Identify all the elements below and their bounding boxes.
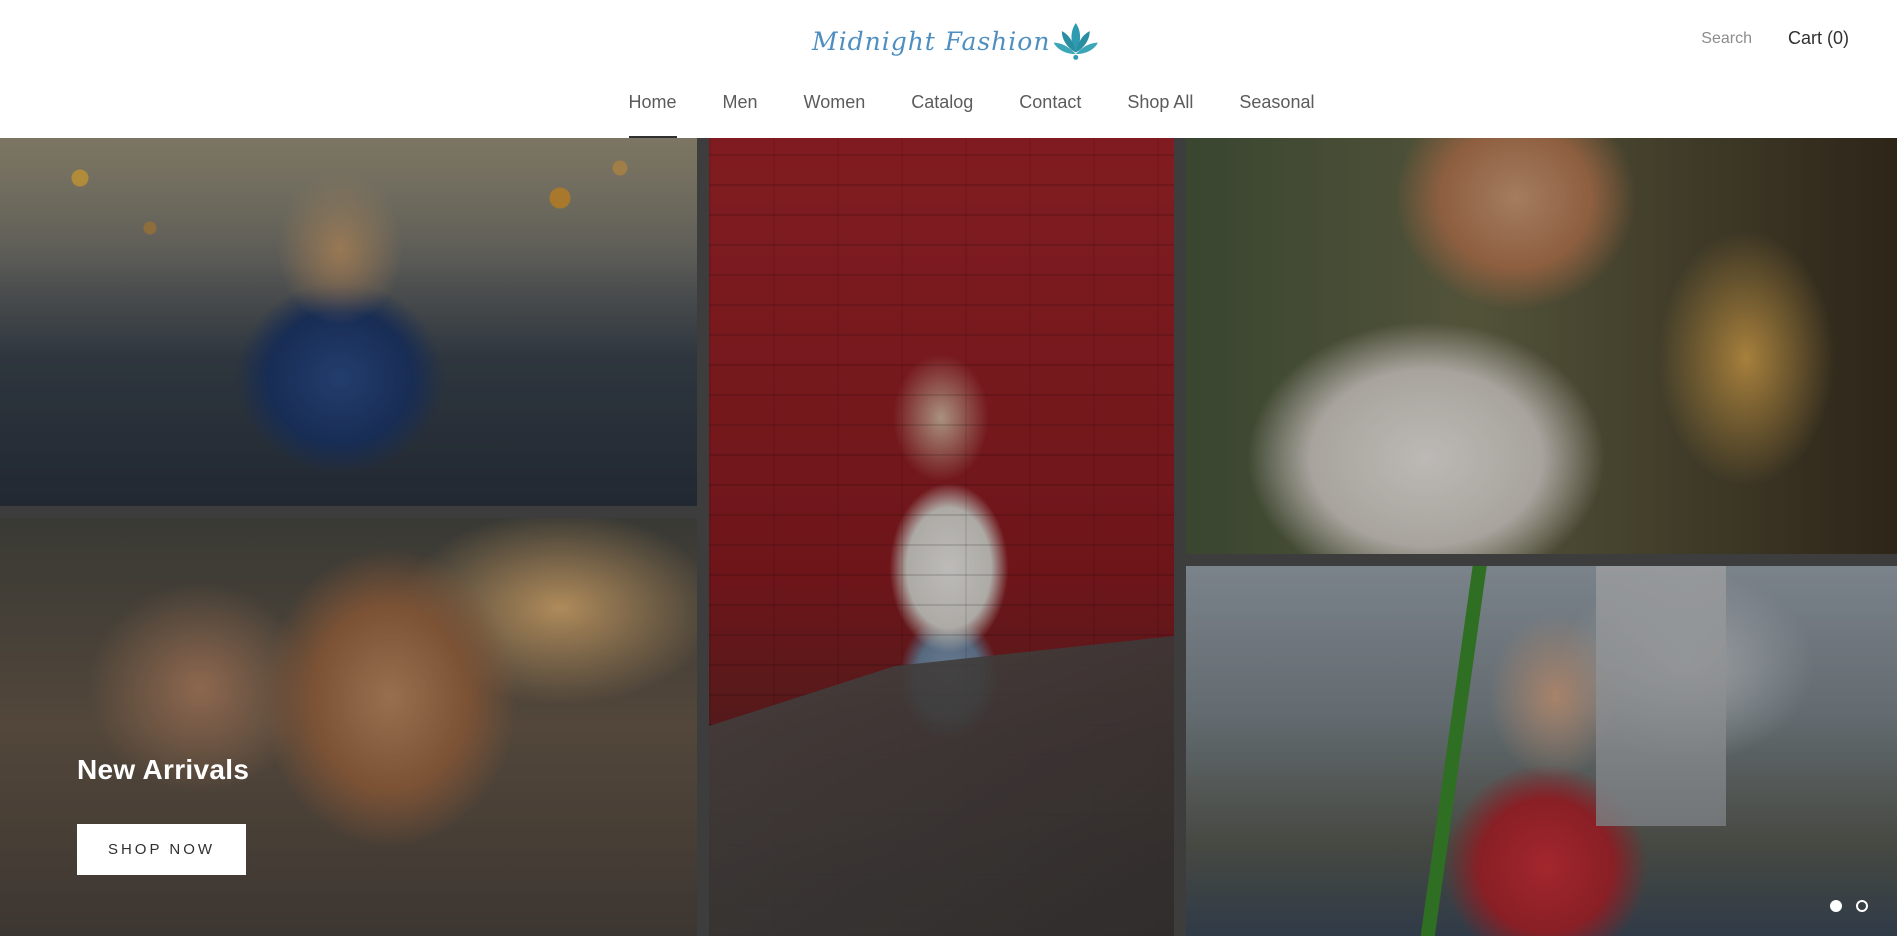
hero-slideshow: New Arrivals SHOP NOW [0,138,1897,936]
nav-item-women[interactable]: Women [804,92,866,138]
hero-photo-man-closeup [1186,138,1897,554]
slide-dots [1830,900,1868,912]
nav-item-men[interactable]: Men [723,92,758,138]
nav-item-seasonal[interactable]: Seasonal [1239,92,1314,138]
site-header: Midnight Fashion Search Cart (0) Home Me… [0,0,1897,138]
nav-item-home[interactable]: Home [628,92,677,138]
slide-dot-1[interactable] [1830,900,1842,912]
site-logo[interactable]: Midnight Fashion [812,12,1100,70]
hero-photo-woman-swing [1186,566,1897,936]
nav-item-contact[interactable]: Contact [1019,92,1081,138]
nav-item-catalog[interactable]: Catalog [911,92,973,138]
logo-text: Midnight Fashion [812,26,1051,56]
cart-link[interactable]: Cart (0) [1788,28,1849,49]
slide-dot-2[interactable] [1856,900,1868,912]
lotus-icon [1054,22,1099,60]
hero-photo-woman-rooftop [0,138,697,506]
hero-title: New Arrivals [77,754,250,785]
hero-photo-woman-red-wall [709,138,1174,936]
header-actions: Search Cart (0) [1701,28,1849,49]
hero-caption: New Arrivals [77,754,249,786]
shop-now-button[interactable]: SHOP NOW [77,824,246,875]
nav-item-shop-all[interactable]: Shop All [1127,92,1193,138]
search-link[interactable]: Search [1701,30,1752,48]
main-nav: Home Men Women Catalog Contact Shop All … [0,92,1897,138]
